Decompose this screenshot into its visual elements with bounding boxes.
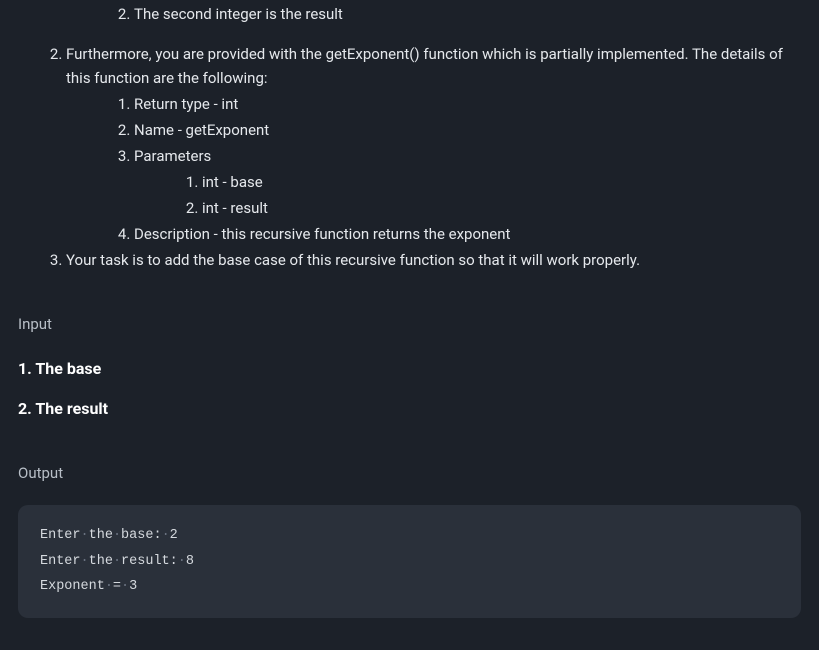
instr-1-2-2: The second integer is the result — [134, 2, 801, 26]
instr-2-text: Furthermore, you are provided with the g… — [66, 45, 783, 87]
instr-2-3-sublist: int - base int - result — [134, 170, 801, 220]
input-spec-2: 2. The result — [18, 396, 801, 422]
input-spec-list: 1. The base 2. The result — [18, 356, 801, 421]
instr-2-2: Name - getExponent — [134, 118, 801, 142]
instruction-list-main: Furthermore, you are provided with the g… — [18, 42, 801, 272]
instr-2: Furthermore, you are provided with the g… — [66, 42, 801, 246]
problem-description: The second integer is the result Further… — [18, 2, 801, 618]
sample-line-1: Enter·the·base:·2 — [40, 523, 779, 549]
instr-2-3-text: Parameters — [134, 147, 211, 165]
instr-2-3-1: int - base — [202, 170, 801, 194]
instr-2-3-2: int - result — [202, 196, 801, 220]
instruction-list-fragment-top: The second integer is the result — [18, 2, 801, 26]
instr-3: Your task is to add the base case of thi… — [66, 248, 801, 272]
instr-2-3: Parameters int - base int - result — [134, 144, 801, 220]
instr-2-4: Description - this recursive function re… — [134, 222, 801, 246]
input-spec-1: 1. The base — [18, 356, 801, 382]
output-heading: Output — [18, 461, 801, 485]
sample-output-block: Enter·the·base:·2 Enter·the·result:·8 Ex… — [18, 505, 801, 618]
sample-line-2: Enter·the·result:·8 — [40, 549, 779, 575]
sample-line-3: Exponent·=·3 — [40, 574, 779, 600]
instr-2-1: Return type - int — [134, 92, 801, 116]
input-heading: Input — [18, 312, 801, 336]
instr-2-sublist: Return type - int Name - getExponent Par… — [66, 92, 801, 246]
